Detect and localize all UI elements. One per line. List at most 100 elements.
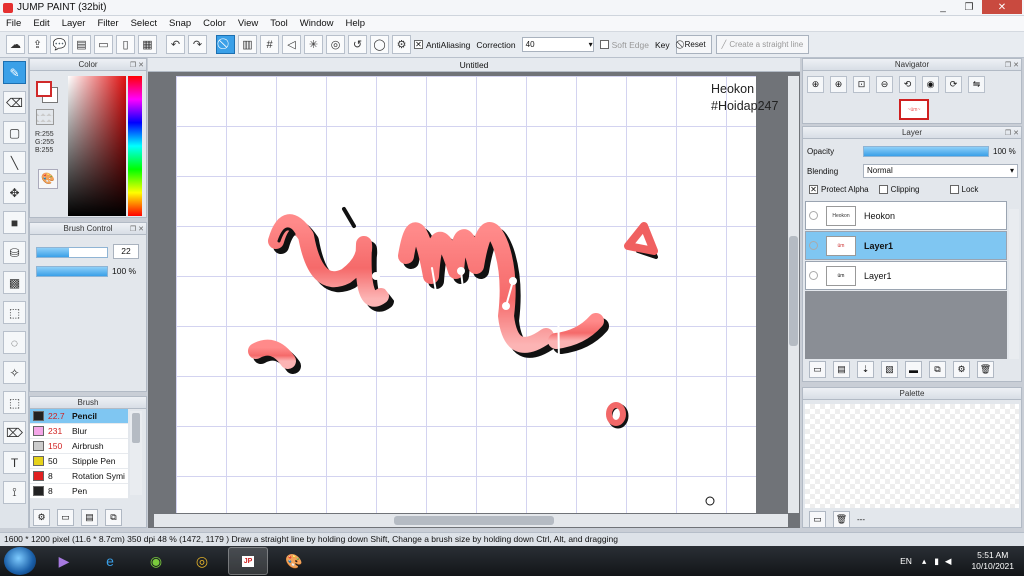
chrome-icon[interactable]: ◎	[182, 547, 222, 575]
maximize-button[interactable]: ❐	[956, 0, 982, 14]
no-snap-icon[interactable]: ⃠	[216, 35, 235, 54]
eraser-tool-icon[interactable]: ⌫	[3, 91, 26, 114]
layer-list-scrollbar[interactable]	[1009, 209, 1019, 359]
text-tool-icon[interactable]: T	[3, 451, 26, 474]
menu-filter[interactable]: Filter	[91, 18, 124, 29]
vanishing-snap-icon[interactable]: ◁	[282, 35, 301, 54]
parallel-snap-icon[interactable]: ▥	[238, 35, 257, 54]
gradient-tool-icon[interactable]: ▩	[3, 271, 26, 294]
panel-close-icon[interactable]: ❐ ✕	[130, 60, 144, 72]
note-icon[interactable]: ▤	[72, 35, 91, 54]
menu-select[interactable]: Select	[125, 18, 163, 29]
brush-item[interactable]: 8 Pen	[30, 484, 128, 499]
undo-icon[interactable]: ↶	[166, 35, 185, 54]
correction-select[interactable]: 40 ▾	[521, 37, 594, 52]
jump-paint-taskbar-icon[interactable]: JP	[228, 547, 268, 575]
folder-icon[interactable]: ▬	[905, 361, 922, 378]
document-icon[interactable]: ▭	[94, 35, 113, 54]
layer-row-heokon[interactable]: Heokon Heokon	[805, 201, 1007, 230]
layer-settings-icon[interactable]: ⚙	[953, 361, 970, 378]
layer-row-layer1[interactable]: üm Layer1	[805, 261, 1007, 290]
redo-icon[interactable]: ↷	[188, 35, 207, 54]
clipping-checkbox[interactable]	[878, 185, 888, 194]
ellipse-snap-icon[interactable]: ◯	[370, 35, 389, 54]
menu-snap[interactable]: Snap	[163, 18, 197, 29]
minimize-button[interactable]: _	[930, 0, 956, 14]
upload-icon[interactable]: ⇪	[28, 35, 47, 54]
new-layer-copy-icon[interactable]: ▤	[833, 361, 850, 378]
canvas-area[interactable]: Heokon #Hoidap247	[148, 72, 800, 528]
lock-checkbox[interactable]	[949, 185, 959, 194]
zoom-in-icon[interactable]: ⊕	[830, 76, 847, 93]
snap-settings-icon[interactable]: ⚙	[392, 35, 411, 54]
chat-app-icon[interactable]: ◉	[136, 547, 176, 575]
new-layer-icon[interactable]: ▭	[809, 361, 826, 378]
palette-area[interactable]	[805, 404, 1019, 508]
zoom-out-icon[interactable]: ⊖	[876, 76, 893, 93]
panel-close-icon[interactable]: ❐ ✕	[130, 224, 144, 236]
vertical-scrollbar[interactable]	[788, 76, 799, 513]
internet-explorer-icon[interactable]: e	[90, 547, 130, 575]
tone-layer-icon[interactable]: ▧	[881, 361, 898, 378]
brush-tool-icon[interactable]: ✎	[3, 61, 26, 84]
language-indicator[interactable]: EN	[900, 556, 912, 566]
cloud-icon[interactable]: ☁	[6, 35, 25, 54]
new-palette-icon[interactable]: ▭	[809, 511, 826, 528]
tray-arrow-icon[interactable]: ▴	[922, 556, 926, 567]
rect-tool-icon[interactable]: ▢	[3, 121, 26, 144]
saturation-value-picker[interactable]	[68, 76, 126, 216]
menu-tool[interactable]: Tool	[264, 18, 293, 29]
delete-palette-icon[interactable]: 🗑	[833, 511, 850, 528]
curve-snap-icon[interactable]: ↺	[348, 35, 367, 54]
brush-item[interactable]: 50 Stipple Pen	[30, 454, 128, 469]
create-straight-line-button[interactable]: ╱ Create a straight line	[715, 35, 810, 54]
menu-view[interactable]: View	[232, 18, 264, 29]
rotate-reset-icon[interactable]: ◉	[922, 76, 939, 93]
eyedropper-tool-icon[interactable]: ⟟	[3, 481, 26, 504]
brush-item[interactable]: 231 Blur	[30, 424, 128, 439]
brush-item[interactable]: 22.7 Pencil	[30, 409, 128, 424]
brush-copy-icon[interactable]: ⧉	[105, 509, 122, 526]
merge-layer-icon[interactable]: ⇣	[857, 361, 874, 378]
drawing-paper[interactable]: Heokon #Hoidap247	[176, 76, 778, 513]
volume-icon[interactable]: ◀	[945, 556, 952, 567]
brush-item[interactable]: 8 Rotation Symi	[30, 469, 128, 484]
select-pen-tool-icon[interactable]: ⬚	[3, 391, 26, 414]
brush-menu-icon[interactable]: ▤	[81, 509, 98, 526]
move-tool-icon[interactable]: ✥	[3, 181, 26, 204]
zoom-actual-icon[interactable]: ⊡	[853, 76, 870, 93]
comment-icon[interactable]: 💬	[50, 35, 69, 54]
brush-settings-icon[interactable]: ⚙	[33, 509, 50, 526]
panel-close-icon[interactable]: ❐ ✕	[1005, 128, 1019, 140]
layer-visibility-icon[interactable]	[809, 241, 818, 250]
page-icon[interactable]: ▯	[116, 35, 135, 54]
circle-snap-icon[interactable]: ◎	[326, 35, 345, 54]
palette-icon[interactable]: 🎨	[38, 169, 58, 189]
radial-snap-icon[interactable]: ✳	[304, 35, 323, 54]
visual-studio-icon[interactable]: ▶	[44, 547, 84, 575]
rotate-left-icon[interactable]: ⟲	[899, 76, 916, 93]
hue-slider[interactable]	[128, 76, 142, 216]
antialiasing-checkbox[interactable]: ✕	[414, 40, 423, 49]
network-icon[interactable]: ▮	[934, 556, 939, 567]
blending-select[interactable]: Normal ▾	[863, 164, 1018, 178]
new-brush-icon[interactable]: ▭	[57, 509, 74, 526]
menu-layer[interactable]: Layer	[56, 18, 92, 29]
magic-wand-tool-icon[interactable]: ✧	[3, 361, 26, 384]
select-eraser-tool-icon[interactable]: ⌦	[3, 421, 26, 444]
flip-icon[interactable]: ⇋	[968, 76, 985, 93]
grid-tool-icon[interactable]: ▦	[138, 35, 157, 54]
brush-size-input[interactable]: 22	[113, 244, 139, 259]
soft-edge-checkbox[interactable]	[599, 40, 609, 49]
horizontal-scroll-thumb[interactable]	[394, 516, 554, 525]
transparent-swatch[interactable]	[36, 109, 54, 125]
brush-list-scrollbar[interactable]	[130, 411, 142, 495]
start-button[interactable]	[4, 547, 36, 575]
layer-visibility-icon[interactable]	[809, 211, 818, 220]
horizontal-scrollbar[interactable]	[154, 514, 788, 527]
brush-opacity-slider[interactable]	[36, 266, 108, 277]
layer-visibility-icon[interactable]	[809, 271, 818, 280]
menu-file[interactable]: File	[0, 18, 27, 29]
zoom-fit-icon[interactable]: ⊕	[807, 76, 824, 93]
layer-row-layer1-selected[interactable]: üm Layer1	[805, 231, 1007, 260]
